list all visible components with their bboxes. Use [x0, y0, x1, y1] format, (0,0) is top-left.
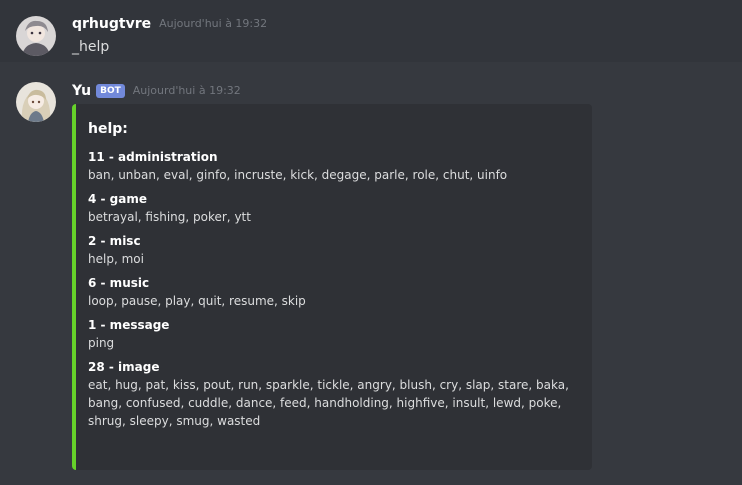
embed-field: 2 - misc help, moi: [88, 232, 580, 268]
message-header: Yu BOT Aujourd'hui à 19:32: [72, 81, 241, 101]
field-value: eat, hug, pat, kiss, pout, run, sparkle,…: [88, 378, 569, 428]
field-value: ban, unban, eval, ginfo, incruste, kick,…: [88, 168, 508, 182]
message-bot: Yu BOT Aujourd'hui à 19:32 help: 11 - ad…: [0, 72, 742, 485]
avatar[interactable]: [16, 16, 56, 56]
field-name: 11 - administration: [88, 150, 218, 164]
help-embed: help: 11 - administration ban, unban, ev…: [72, 104, 592, 470]
timestamp: Aujourd'hui à 19:32: [132, 84, 241, 97]
embed-field: 28 - image eat, hug, pat, kiss, pout, ru…: [88, 358, 580, 430]
message-user: qrhugtvre Aujourd'hui à 19:32 _help: [0, 0, 742, 62]
field-name: 4 - game: [88, 192, 148, 206]
message-header: qrhugtvre Aujourd'hui à 19:32: [72, 14, 267, 34]
embed-field: 11 - administration ban, unban, eval, gi…: [88, 148, 580, 184]
message-content: _help: [72, 39, 110, 55]
embed-field: 4 - game betrayal, fishing, poker, ytt: [88, 190, 580, 226]
field-value: betrayal, fishing, poker, ytt: [88, 210, 251, 224]
embed-title: help:: [88, 121, 128, 137]
field-value: loop, pause, play, quit, resume, skip: [88, 294, 306, 308]
field-name: 2 - misc: [88, 234, 141, 248]
field-value: ping: [88, 336, 115, 350]
chat-messages: qrhugtvre Aujourd'hui à 19:32 _help Yu B…: [0, 0, 742, 485]
field-name: 1 - message: [88, 318, 170, 332]
field-name: 6 - music: [88, 276, 150, 290]
embed-field: 1 - message ping: [88, 316, 580, 352]
timestamp: Aujourd'hui à 19:32: [159, 17, 268, 30]
embed-field: 6 - music loop, pause, play, quit, resum…: [88, 274, 580, 310]
username[interactable]: qrhugtvre: [72, 14, 151, 34]
field-value: help, moi: [88, 252, 144, 266]
username[interactable]: Yu: [72, 81, 91, 101]
avatar[interactable]: [16, 82, 56, 122]
bot-badge: BOT: [96, 84, 125, 98]
field-name: 28 - image: [88, 360, 160, 374]
